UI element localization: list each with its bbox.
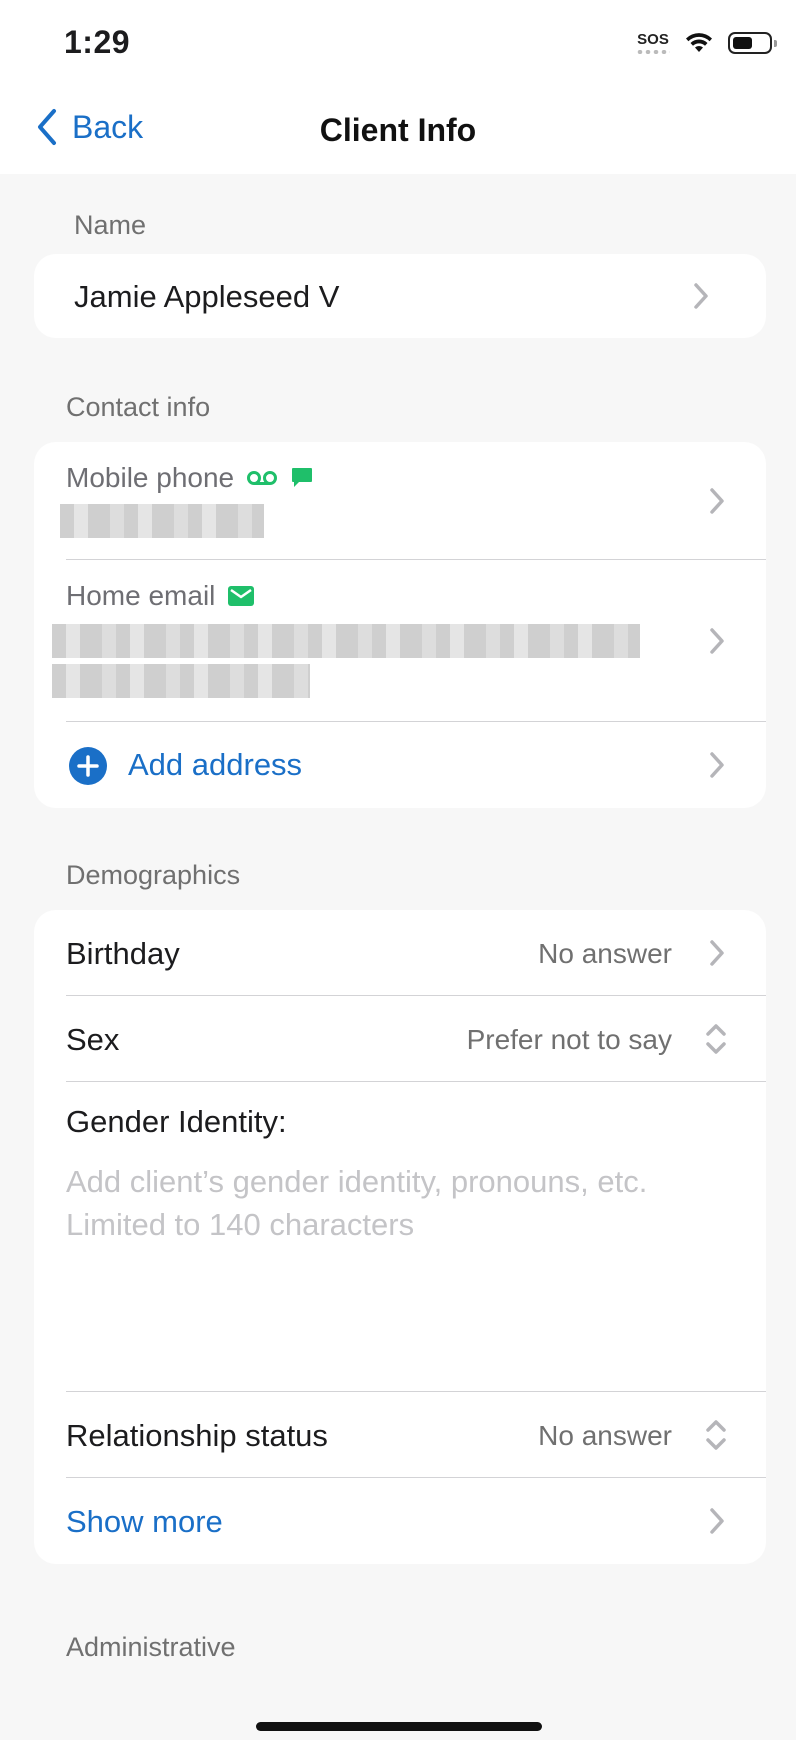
sex-value: Prefer not to say	[466, 1024, 672, 1055]
gender-identity-placeholder: Add client’s gender identity, pronouns, …	[66, 1160, 647, 1246]
home-email-label: Home email	[66, 580, 216, 611]
relationship-status-row[interactable]: Relationship status No answer	[34, 1392, 766, 1478]
chevron-right-icon	[710, 488, 724, 514]
section-header-administrative: Administrative	[66, 1632, 236, 1662]
add-address-row[interactable]: Add address	[34, 722, 766, 808]
sex-row[interactable]: Sex Prefer not to say	[34, 996, 766, 1082]
chevron-right-icon	[710, 1508, 724, 1534]
status-time: 1:29	[64, 24, 131, 60]
birthday-value: No answer	[538, 938, 672, 969]
gender-placeholder-line-2: Limited to 140 characters	[66, 1207, 415, 1242]
battery-icon	[728, 32, 777, 54]
email-icon	[228, 586, 255, 606]
sos-label: SOS	[637, 30, 669, 48]
section-header-name: Name	[74, 210, 147, 240]
home-email-label-group: Home email	[66, 580, 255, 612]
chevron-right-icon	[710, 940, 724, 966]
section-header-demographics: Demographics	[66, 860, 241, 890]
chevron-right-icon	[710, 628, 724, 654]
home-indicator[interactable]	[256, 1722, 542, 1731]
show-more-label: Show more	[66, 1504, 223, 1539]
sex-label: Sex	[66, 1022, 120, 1057]
home-email-row[interactable]: Home email	[34, 560, 766, 722]
navigation-bar: Back Client Info	[0, 86, 796, 174]
redacted-email-line-2	[52, 664, 310, 698]
gender-identity-label: Gender Identity:	[66, 1104, 287, 1139]
gender-identity-field[interactable]: Gender Identity: Add client’s gender ide…	[34, 1082, 766, 1392]
relationship-status-value: No answer	[538, 1420, 672, 1451]
signal-dots	[636, 49, 670, 54]
section-header-contact: Contact info	[66, 392, 211, 422]
relationship-status-label: Relationship status	[66, 1418, 328, 1453]
chevron-right-icon	[694, 283, 708, 309]
add-address-label: Add address	[128, 747, 303, 782]
status-icons: SOS	[636, 28, 777, 58]
show-more-row[interactable]: Show more	[34, 1478, 766, 1564]
birthday-label: Birthday	[66, 936, 180, 971]
birthday-row[interactable]: Birthday No answer	[34, 910, 766, 996]
demographics-card: Birthday No answer Sex Prefer not to say…	[34, 910, 766, 1564]
sos-indicator: SOS	[636, 30, 670, 54]
chevron-right-icon	[710, 752, 724, 778]
voicemail-icon	[247, 471, 278, 485]
page-title: Client Info	[319, 112, 477, 148]
redacted-phone-number	[60, 504, 264, 538]
plus-circle-icon	[69, 747, 107, 785]
mobile-phone-row[interactable]: Mobile phone	[34, 442, 766, 560]
message-icon	[292, 468, 313, 487]
chevron-up-down-icon	[706, 1024, 726, 1054]
wifi-icon	[686, 33, 712, 52]
contact-card: Mobile phone Home email Add address	[34, 442, 766, 808]
redacted-email-line-1	[52, 624, 640, 658]
name-row[interactable]: Jamie Appleseed V	[34, 254, 766, 338]
client-name: Jamie Appleseed V	[74, 279, 340, 314]
name-card: Jamie Appleseed V	[34, 254, 766, 338]
mobile-phone-label: Mobile phone	[66, 462, 235, 493]
chevron-up-down-icon	[706, 1420, 726, 1450]
gender-placeholder-line-1: Add client’s gender identity, pronouns, …	[66, 1164, 648, 1199]
status-bar: 1:29 SOS	[0, 0, 796, 86]
mobile-phone-label-group: Mobile phone	[66, 462, 314, 494]
